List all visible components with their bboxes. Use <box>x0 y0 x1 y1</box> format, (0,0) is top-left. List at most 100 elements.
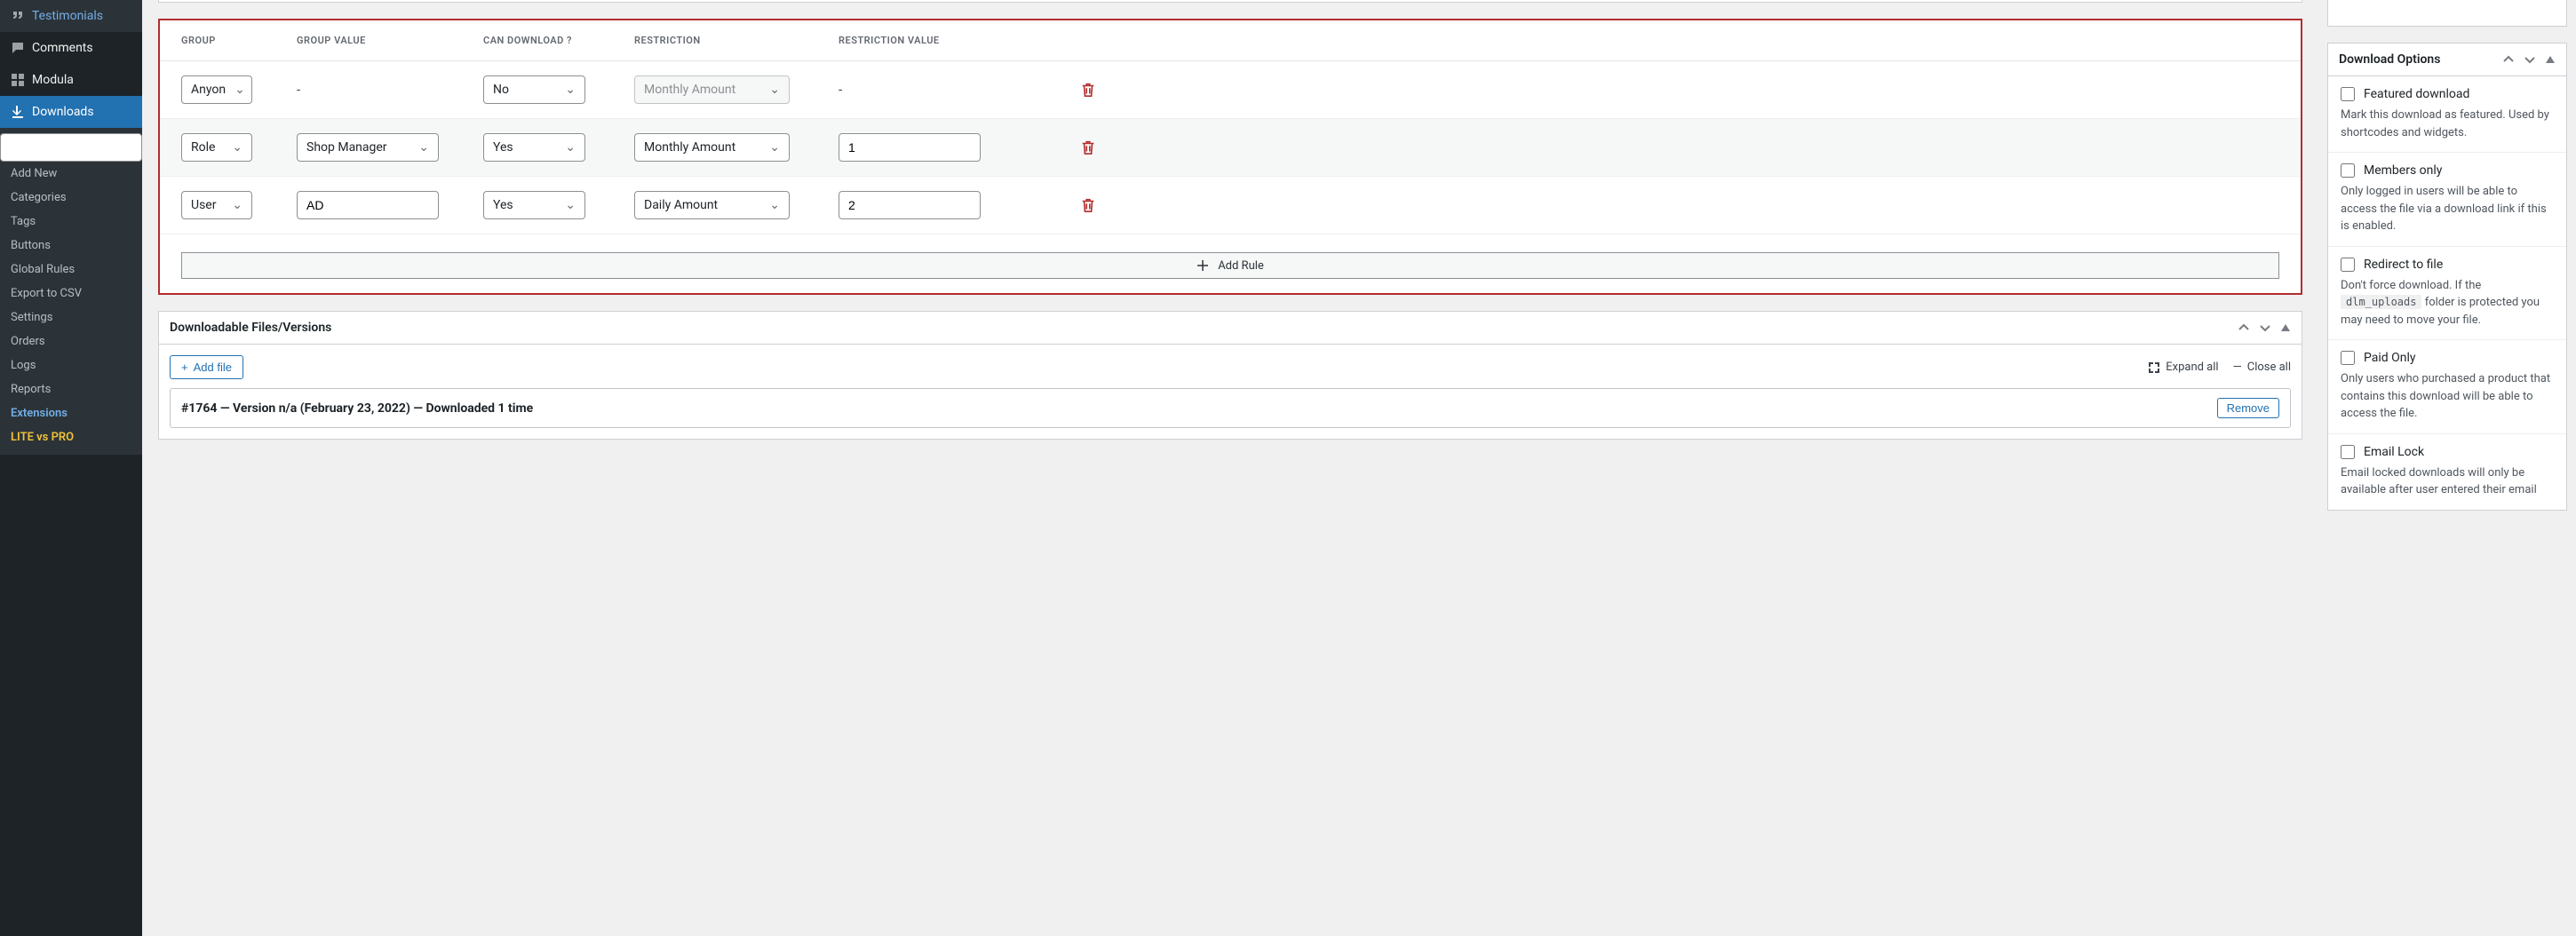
chevron-up-icon[interactable] <box>2238 321 2250 334</box>
group-value-input[interactable] <box>297 191 439 219</box>
group-select[interactable]: User ⌄ <box>181 191 252 219</box>
featured-checkbox[interactable] <box>2341 87 2355 101</box>
add-rule-button[interactable]: Add Rule <box>181 252 2279 279</box>
restriction-value-input[interactable] <box>839 133 981 162</box>
col-group-value: GROUP VALUE <box>297 35 483 46</box>
option-desc: Mark this download as featured. Used by … <box>2341 107 2554 141</box>
submenu-reports[interactable]: Reports <box>0 377 142 401</box>
group-value-select[interactable]: Shop Manager ⌄ <box>297 133 439 162</box>
version-row: #1764 — Version n/a (February 23, 2022) … <box>170 388 2291 428</box>
right-column: Download Options Featured download Mark … <box>2318 0 2576 936</box>
can-download-select[interactable]: Yes ⌄ <box>483 133 585 162</box>
option-label: Featured download <box>2364 87 2469 101</box>
paid-checkbox-row[interactable]: Paid Only <box>2341 351 2554 365</box>
sidebar-label: Comments <box>32 41 93 55</box>
options-box-header: Download Options <box>2328 44 2566 76</box>
emaillock-checkbox-row[interactable]: Email Lock <box>2341 445 2554 459</box>
option-email-lock: Email Lock Email locked downloads will o… <box>2328 434 2566 510</box>
option-paid-only: Paid Only Only users who purchased a pro… <box>2328 340 2566 434</box>
chevron-up-icon[interactable] <box>2502 53 2515 66</box>
option-label: Paid Only <box>2364 351 2416 365</box>
triangle-up-icon[interactable] <box>2280 322 2291 333</box>
main-content: GROUP GROUP VALUE CAN DOWNLOAD ? RESTRIC… <box>142 0 2318 936</box>
restriction-value-none: - <box>839 82 1043 98</box>
grid-icon <box>9 71 27 89</box>
rule-row: Anyon ⌄ - No ⌄ Monthly Amount ⌄ <box>160 61 2301 119</box>
submenu-settings[interactable]: Settings <box>0 305 142 329</box>
submenu-logs[interactable]: Logs <box>0 353 142 377</box>
delete-rule-button[interactable] <box>1080 139 1096 155</box>
option-label: Members only <box>2364 163 2442 178</box>
select-value: Role <box>191 140 215 155</box>
emaillock-checkbox[interactable] <box>2341 445 2355 459</box>
restriction-select[interactable]: Daily Amount ⌄ <box>634 191 790 219</box>
group-select[interactable]: Role ⌄ <box>181 133 252 162</box>
sidebar-item-testimonials[interactable]: Testimonials <box>0 0 142 32</box>
expand-all-label: Expand all <box>2166 361 2218 374</box>
delete-rule-button[interactable] <box>1080 82 1096 98</box>
redirect-checkbox-row[interactable]: Redirect to file <box>2341 258 2554 272</box>
option-desc: Don't force download. If the dlm_uploads… <box>2341 277 2554 329</box>
redirect-checkbox[interactable] <box>2341 258 2355 272</box>
version-label: #1764 — Version n/a (February 23, 2022) … <box>181 401 533 416</box>
paid-checkbox[interactable] <box>2341 351 2355 365</box>
sidebar-submenu: All Downloads Add New Categories Tags Bu… <box>0 128 142 455</box>
comment-icon <box>9 39 27 57</box>
col-restriction: RESTRICTION <box>634 35 839 46</box>
sidebar-label: Testimonials <box>32 9 103 23</box>
rule-row: Role ⌄ Shop Manager ⌄ Yes ⌄ <box>160 119 2301 177</box>
submenu-export-csv[interactable]: Export to CSV <box>0 282 142 305</box>
col-restriction-value: RESTRICTION VALUE <box>839 35 1043 46</box>
select-value: Monthly Amount <box>644 140 735 155</box>
submenu-extensions[interactable]: Extensions <box>0 401 142 425</box>
rule-row: User ⌄ Yes ⌄ Daily Amount ⌄ <box>160 177 2301 234</box>
submenu-orders[interactable]: Orders <box>0 329 142 353</box>
option-label: Email Lock <box>2364 445 2424 459</box>
triangle-up-icon[interactable] <box>2545 54 2556 65</box>
expand-all-button[interactable]: Expand all <box>2148 361 2218 374</box>
options-box-title: Download Options <box>2339 52 2440 67</box>
download-icon <box>9 103 27 121</box>
close-all-label: Close all <box>2247 361 2291 374</box>
add-rule-label: Add Rule <box>1218 259 1264 273</box>
submenu-lite-vs-pro[interactable]: LITE vs PRO <box>0 425 142 449</box>
plus-icon: + <box>181 361 188 374</box>
chevron-down-icon: ⌄ <box>769 83 780 97</box>
submenu-add-new[interactable]: Add New <box>0 162 142 186</box>
submenu-global-rules[interactable]: Global Rules <box>0 258 142 282</box>
option-desc: Only users who purchased a product that … <box>2341 370 2554 423</box>
prev-metabox-edge <box>158 0 2302 3</box>
sidebar-item-downloads[interactable]: Downloads <box>0 96 142 128</box>
remove-version-button[interactable]: Remove <box>2217 398 2279 418</box>
add-file-button[interactable]: + Add file <box>170 355 243 379</box>
group-select[interactable]: Anyon ⌄ <box>181 75 252 104</box>
sidebar-label: Modula <box>32 73 74 87</box>
quote-icon <box>9 7 27 25</box>
sidebar-item-modula[interactable]: Modula <box>0 64 142 96</box>
can-download-select[interactable]: Yes ⌄ <box>483 191 585 219</box>
close-all-button[interactable]: — Close all <box>2233 361 2291 374</box>
members-checkbox-row[interactable]: Members only <box>2341 163 2554 178</box>
chevron-down-icon[interactable] <box>2524 53 2536 66</box>
submenu-tags[interactable]: Tags <box>0 210 142 234</box>
chevron-down-icon[interactable] <box>2259 321 2271 334</box>
can-download-select[interactable]: No ⌄ <box>483 75 585 104</box>
group-value-none: - <box>297 82 483 98</box>
select-value: Yes <box>493 198 513 212</box>
rules-header-row: GROUP GROUP VALUE CAN DOWNLOAD ? RESTRIC… <box>160 20 2301 61</box>
chevron-down-icon: ⌄ <box>565 198 576 212</box>
sidebar-item-comments[interactable]: Comments <box>0 32 142 64</box>
submenu-buttons[interactable]: Buttons <box>0 234 142 258</box>
select-value: No <box>493 83 509 97</box>
chevron-down-icon: ⌄ <box>769 198 780 212</box>
featured-checkbox-row[interactable]: Featured download <box>2341 87 2554 101</box>
restriction-select[interactable]: Monthly Amount ⌄ <box>634 133 790 162</box>
submenu-all-downloads[interactable]: All Downloads <box>0 133 142 162</box>
option-desc-pre: Don't force download. If the <box>2341 279 2481 292</box>
delete-rule-button[interactable] <box>1080 197 1096 213</box>
chevron-down-icon: ⌄ <box>232 198 242 212</box>
restriction-value-input[interactable] <box>839 191 981 219</box>
chevron-down-icon: ⌄ <box>565 83 576 97</box>
submenu-categories[interactable]: Categories <box>0 186 142 210</box>
members-checkbox[interactable] <box>2341 163 2355 178</box>
